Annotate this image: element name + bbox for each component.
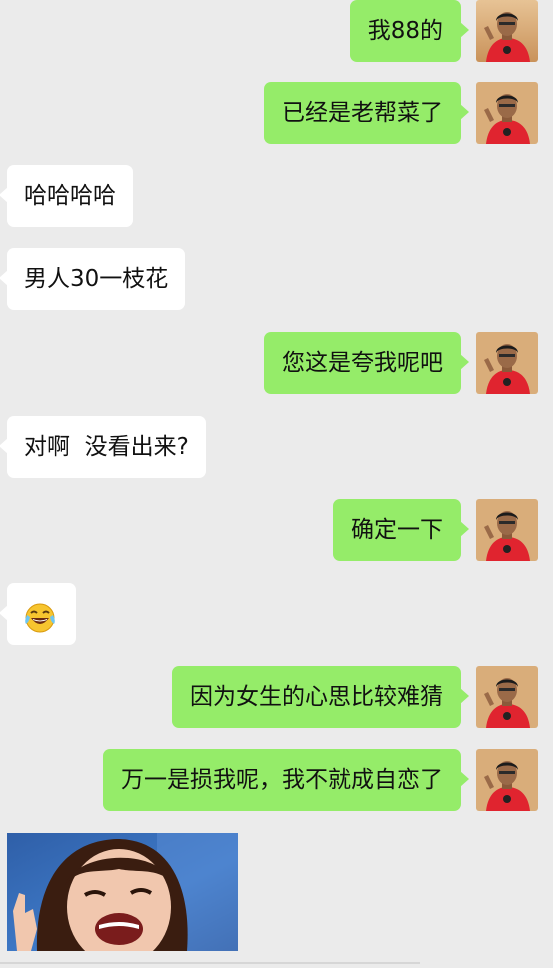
incoming-message-bubble[interactable]: 哈哈哈哈 [0,165,133,227]
user-avatar[interactable] [476,82,538,144]
laughing-girl-sticker-image[interactable] [7,833,238,951]
tears-of-joy-emoji-icon [23,597,57,659]
chat-message-list[interactable]: 我88的 已经是老帮菜了 哈哈哈哈 男人30一枝花 您这是夸我呢吧 对啊 没看出… [0,0,553,968]
divider [0,962,420,964]
incoming-emoji-bubble[interactable] [0,583,76,645]
user-avatar[interactable] [476,0,538,62]
user-avatar[interactable] [476,749,538,811]
outgoing-message-bubble[interactable]: 因为女生的心思比较难猜 [172,666,469,728]
outgoing-message-bubble[interactable]: 您这是夸我呢吧 [264,332,469,394]
user-avatar[interactable] [476,499,538,561]
outgoing-message-bubble[interactable]: 万一是损我呢，我不就成自恋了 [103,749,469,811]
incoming-message-bubble[interactable]: 男人30一枝花 [0,248,186,310]
user-avatar[interactable] [476,332,538,394]
outgoing-message-bubble[interactable]: 我88的 [349,0,470,62]
outgoing-message-bubble[interactable]: 已经是老帮菜了 [264,82,469,144]
outgoing-message-bubble[interactable]: 确定一下 [333,499,469,561]
user-avatar[interactable] [476,666,538,728]
incoming-message-bubble[interactable]: 对啊 没看出来? [0,416,206,478]
